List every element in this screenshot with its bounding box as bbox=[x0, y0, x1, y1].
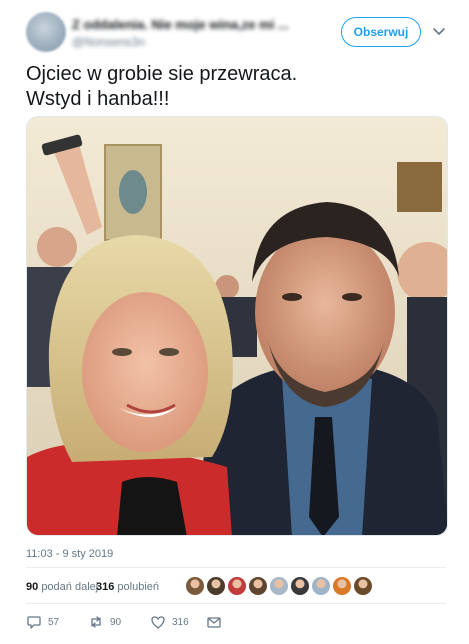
tweet-stats: 90 podań dalej 316 polubień bbox=[26, 575, 446, 599]
heart-icon bbox=[151, 616, 165, 629]
likes-stat[interactable]: 316 polubień bbox=[96, 581, 159, 593]
retweets-count: 90 bbox=[26, 581, 39, 593]
tweet-text: Ojciec w grobie sie przewraca. Wstyd i h… bbox=[26, 62, 446, 112]
retweets-label: podań dalej bbox=[41, 581, 99, 593]
reply-button[interactable]: 57 bbox=[26, 614, 59, 630]
message-icon bbox=[207, 617, 221, 628]
retweet-count: 90 bbox=[110, 616, 122, 628]
tweet-timestamp[interactable]: 11:03 - 9 sty 2019 bbox=[26, 548, 113, 560]
divider bbox=[26, 603, 446, 604]
divider bbox=[26, 567, 446, 568]
like-button[interactable]: 316 bbox=[150, 614, 189, 630]
retweet-button[interactable]: 90 bbox=[88, 614, 121, 630]
tweet-text-line: Ojciec w grobie sie przewraca. bbox=[26, 63, 298, 85]
tweet-photo[interactable] bbox=[26, 116, 448, 536]
liker-avatar[interactable] bbox=[353, 576, 373, 596]
liker-avatar[interactable] bbox=[311, 576, 331, 596]
tweet-header: Z oddalenia. Nie moje wina,ze mi ... @No… bbox=[26, 10, 456, 56]
retweet-icon bbox=[91, 616, 101, 628]
liker-avatar[interactable] bbox=[332, 576, 352, 596]
liker-avatar[interactable] bbox=[227, 576, 247, 596]
chevron-down-icon[interactable] bbox=[431, 23, 447, 39]
direct-message-button[interactable] bbox=[206, 614, 222, 630]
avatar[interactable] bbox=[26, 12, 66, 52]
liker-avatar[interactable] bbox=[206, 576, 226, 596]
tweet-actions: 57 90 316 bbox=[26, 612, 446, 634]
reply-icon bbox=[27, 616, 41, 629]
user-handle[interactable]: @Nonsens3n bbox=[72, 35, 145, 49]
retweets-stat[interactable]: 90 podań dalej bbox=[26, 581, 98, 593]
likes-count: 316 bbox=[96, 581, 115, 593]
tweet-text-line: Wstyd i hanba!!! bbox=[26, 88, 170, 110]
liker-avatar[interactable] bbox=[269, 576, 289, 596]
like-count: 316 bbox=[172, 616, 189, 628]
liker-avatar[interactable] bbox=[290, 576, 310, 596]
user-name[interactable]: Z oddalenia. Nie moje wina,ze mi ... bbox=[72, 17, 289, 32]
likes-label: polubień bbox=[117, 581, 160, 593]
follow-button[interactable]: Obserwuj bbox=[341, 17, 421, 47]
reply-count: 57 bbox=[48, 616, 60, 628]
liker-avatar[interactable] bbox=[248, 576, 268, 596]
liker-avatar[interactable] bbox=[185, 576, 205, 596]
